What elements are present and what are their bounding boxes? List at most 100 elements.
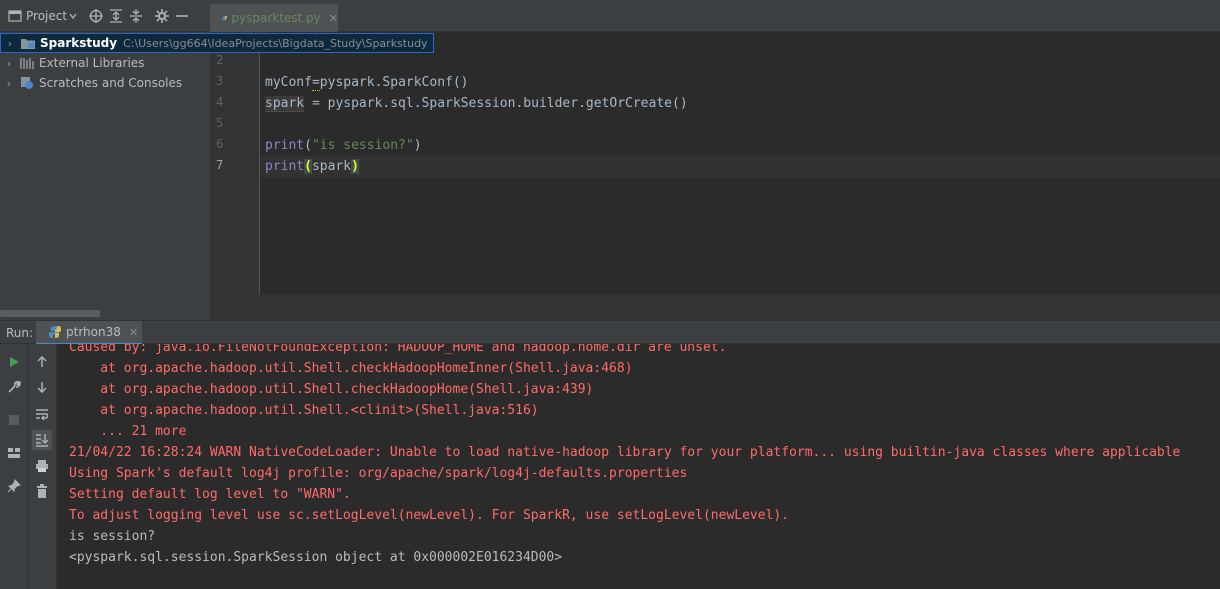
scroll-down-button[interactable]	[32, 377, 52, 397]
run-icon	[10, 357, 19, 367]
code-token: )	[413, 138, 422, 153]
code-token: =	[311, 75, 320, 91]
console-line: at org.apache.hadoop.util.Shell.checkHad…	[69, 382, 594, 397]
gear-icon	[155, 8, 170, 23]
stop-button[interactable]	[4, 410, 24, 430]
up-arrow-icon	[37, 356, 47, 367]
pin-icon	[7, 479, 21, 493]
locate-button[interactable]	[89, 6, 104, 26]
code-token: (	[304, 159, 312, 174]
pin-tab-button[interactable]	[4, 476, 24, 496]
trash-icon	[37, 484, 47, 498]
tree-item-label: Sparkstudy	[40, 36, 118, 50]
code-token: myConf	[265, 75, 312, 90]
code-line-3: myConf=pyspark.SparkConf()	[265, 72, 469, 93]
line-number: 6	[216, 137, 224, 151]
run-label: Run:	[6, 326, 34, 340]
tree-item-label: Scratches and Consoles	[39, 76, 183, 90]
console-line: Caused by: java.io.FileNotFoundException…	[69, 344, 727, 355]
console-line: Using Spark's default log4j profile: org…	[69, 466, 688, 481]
collapse-all-icon	[130, 8, 143, 23]
run-tab-label: ptrhon38	[66, 325, 121, 339]
project-panel: Project › Sparkstudy C:\Users\gg664\Idea…	[0, 0, 434, 320]
print-button[interactable]	[32, 456, 52, 476]
scratches-icon	[18, 76, 36, 90]
crosshair-icon	[89, 8, 104, 23]
module-folder-icon	[19, 36, 37, 50]
layout-button[interactable]	[4, 443, 24, 463]
tree-item-sparkstudy[interactable]: › Sparkstudy C:\Users\gg664\IdeaProjects…	[0, 33, 434, 53]
horizontal-scrollbar[interactable]	[0, 310, 100, 317]
close-icon[interactable]: ✕	[329, 12, 338, 25]
tree-item-label: External Libraries	[39, 56, 145, 70]
console-line: 21/04/22 16:28:24 WARN NativeCodeLoader:…	[69, 445, 1181, 460]
print-icon	[36, 460, 48, 472]
run-toolbar-primary	[0, 344, 28, 589]
project-toolbar: Project	[0, 0, 210, 32]
run-tab-ptrhon38[interactable]: ptrhon38 ✕	[36, 321, 142, 345]
line-number: 5	[216, 116, 224, 130]
editor-breadcrumb-strip	[210, 294, 1220, 320]
project-title: Project	[26, 8, 68, 23]
line-number: 3	[216, 74, 224, 88]
code-token: print	[265, 159, 305, 174]
tree-item-external-libraries[interactable]: › External Libraries	[0, 53, 210, 73]
code-line-6: print("is session?")	[265, 135, 422, 156]
code-token: print	[265, 138, 305, 153]
line-number-current: 7	[216, 158, 224, 172]
hide-panel-button[interactable]	[175, 6, 189, 26]
expand-all-icon	[110, 8, 123, 23]
console-line: at org.apache.hadoop.util.Shell.checkHad…	[69, 361, 633, 376]
code-token: spark	[311, 159, 352, 174]
run-panel-header: Run: ptrhon38 ✕	[0, 320, 1220, 345]
code-token: )	[351, 159, 359, 174]
code-line-4: spark = pyspark.sql.SparkSession.builder…	[265, 93, 688, 114]
editor-tab-bar: pysparktest.py ✕	[210, 0, 1220, 32]
run-toolbar-secondary	[28, 344, 57, 589]
rerun-button[interactable]	[4, 352, 24, 372]
code-token: pyspark.SparkConf()	[319, 75, 469, 90]
clear-all-button[interactable]	[32, 481, 52, 501]
settings-button[interactable]	[155, 6, 170, 26]
stop-icon	[9, 415, 19, 425]
code-editor[interactable]: myConf=pyspark.SparkConf() spark = pyspa…	[260, 32, 1220, 294]
scroll-to-end-button[interactable]	[32, 430, 52, 450]
code-token: = pyspark.sql.SparkSession.builder.getOr…	[304, 96, 688, 111]
scroll-to-end-icon	[36, 434, 49, 447]
python-file-icon	[222, 15, 227, 21]
tab-pysparktest[interactable]: pysparktest.py ✕	[210, 4, 338, 32]
code-line-7: print(spark)	[265, 156, 359, 177]
console-line: <pyspark.sql.session.SparkSession object…	[69, 550, 563, 565]
run-console[interactable]: Caused by: java.io.FileNotFoundException…	[57, 344, 1220, 589]
line-number: 2	[216, 53, 224, 67]
chevron-right-icon[interactable]: ›	[1, 37, 19, 50]
collapse-all-button[interactable]	[129, 6, 143, 26]
down-arrow-icon	[37, 382, 47, 393]
console-line: Setting default log level to "WARN".	[69, 487, 351, 502]
code-token: (	[304, 138, 312, 153]
tree-item-path: C:\Users\gg664\IdeaProjects\Bigdata_Stud…	[123, 36, 428, 50]
console-line: ... 21 more	[69, 424, 187, 439]
console-line: To adjust logging level use sc.setLogLev…	[69, 508, 790, 523]
wrench-icon	[8, 380, 21, 393]
console-line: at org.apache.hadoop.util.Shell.<clinit>…	[69, 403, 539, 418]
scroll-up-button[interactable]	[32, 352, 52, 372]
minimize-icon	[176, 14, 189, 17]
code-token: spark	[265, 96, 305, 112]
folder-icon	[8, 9, 22, 22]
editor-gutter: 2 3 4 5 6 7	[210, 32, 260, 294]
tab-label: pysparktest.py	[231, 11, 321, 25]
edit-config-button[interactable]	[4, 377, 24, 397]
expand-all-button[interactable]	[109, 6, 123, 26]
chevron-right-icon[interactable]: ›	[0, 57, 18, 70]
layout-icon	[8, 448, 20, 458]
console-line: is session?	[69, 529, 156, 544]
tree-item-scratches[interactable]: › Scratches and Consoles	[0, 73, 210, 93]
python-icon	[49, 326, 61, 338]
project-view-selector[interactable]: Project	[8, 6, 77, 26]
chevron-right-icon[interactable]: ›	[0, 77, 18, 90]
chevron-down-icon	[69, 13, 77, 19]
soft-wrap-button[interactable]	[32, 404, 52, 424]
close-icon[interactable]: ✕	[129, 326, 138, 339]
library-icon	[18, 56, 36, 70]
